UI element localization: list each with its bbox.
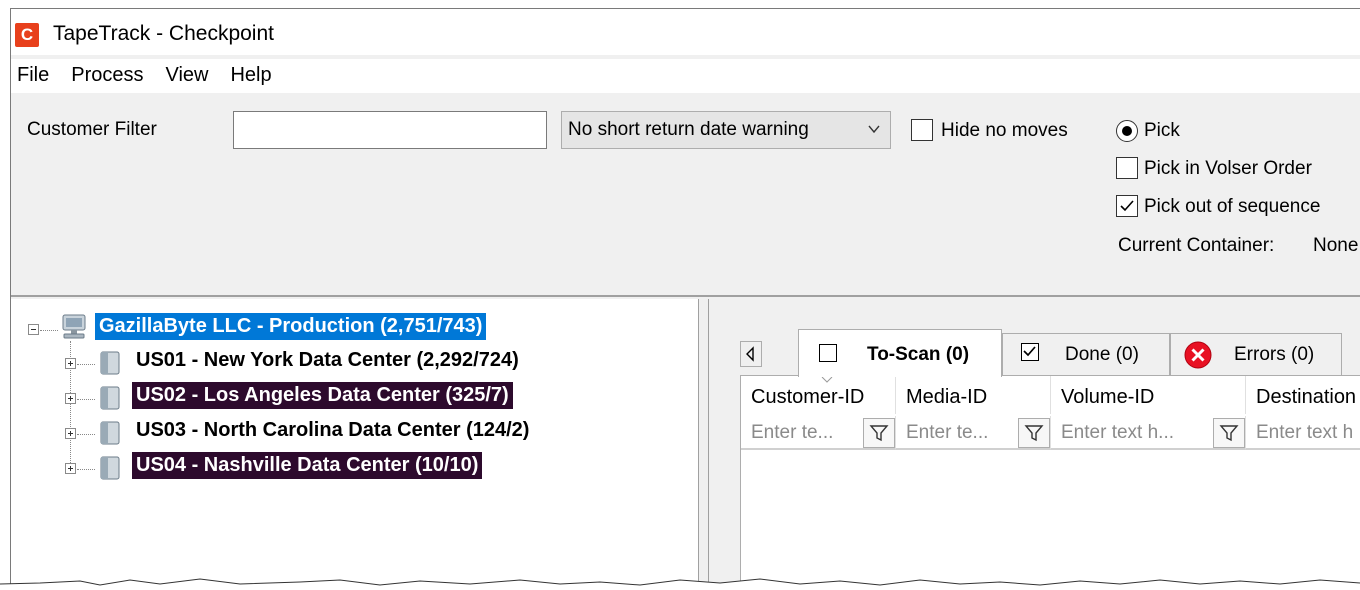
filter-input-volume-id[interactable]: Enter text h... [1061, 422, 1174, 444]
filter-button[interactable] [1213, 418, 1245, 448]
tab-errors-label: Errors (0) [1234, 344, 1315, 365]
filter-button[interactable] [863, 418, 895, 448]
pick-out-of-sequence-checkbox[interactable] [1116, 195, 1138, 217]
data-center-icon [100, 386, 120, 410]
expand-icon[interactable] [65, 393, 76, 404]
tree-node-us02[interactable]: US02 - Los Angeles Data Center (325/7) [132, 382, 513, 409]
tab-errors[interactable]: Errors (0) [1170, 333, 1342, 375]
expand-icon[interactable] [65, 428, 76, 439]
checked-box-icon [1021, 343, 1039, 361]
data-center-icon [100, 351, 120, 375]
filter-cell-media-id: Enter te... [896, 416, 1051, 450]
customer-filter-input[interactable] [233, 111, 547, 149]
return-date-warning-value: No short return date warning [568, 119, 809, 140]
menu-file[interactable]: File [11, 59, 60, 93]
funnel-icon [869, 425, 889, 442]
tree-node-us03[interactable]: US03 - North Carolina Data Center (124/2… [132, 417, 533, 444]
arrow-left-icon [746, 346, 754, 362]
column-volume-id[interactable]: Volume-ID [1051, 376, 1246, 414]
funnel-icon [1024, 425, 1044, 442]
pick-radio[interactable] [1116, 120, 1138, 142]
tab-done-label: Done (0) [1065, 344, 1139, 365]
torn-edge-decoration [0, 578, 1360, 590]
tree-root-node[interactable]: GazillaByte LLC - Production (2,751/743) [95, 313, 487, 340]
filter-cell-destination: Enter text h [1246, 416, 1360, 450]
scan-pane: To-Scan (0) Done (0) Errors (0) Customer… [710, 299, 1360, 590]
filter-panel: Customer Filter No short return date war… [11, 93, 1360, 297]
filter-cell-customer-id: Enter te... [741, 416, 896, 450]
column-destination[interactable]: Destination [1246, 376, 1360, 414]
filter-input-media-id[interactable]: Enter te... [906, 422, 988, 444]
customer-tree[interactable]: GazillaByte LLC - Production (2,751/743)… [11, 299, 699, 590]
pane-splitter[interactable] [699, 299, 709, 590]
hide-no-moves-label: Hide no moves [941, 120, 1068, 141]
radio-selected-dot [1122, 126, 1132, 136]
error-icon [1184, 341, 1212, 369]
pick-volser-order-label: Pick in Volser Order [1144, 158, 1312, 179]
chevron-down-icon [868, 125, 880, 134]
filter-input-customer-id[interactable]: Enter te... [751, 422, 833, 444]
hide-no-moves-checkbox[interactable] [911, 119, 933, 141]
column-media-id[interactable]: Media-ID [896, 376, 1051, 414]
expand-icon[interactable] [65, 358, 76, 369]
return-date-warning-select[interactable]: No short return date warning [561, 111, 891, 149]
funnel-icon [1219, 425, 1239, 442]
current-container-value: None [1313, 235, 1359, 256]
tapetrack-app-icon: C [15, 23, 39, 47]
tab-to-scan-label: To-Scan (0) [867, 344, 970, 365]
window-title: TapeTrack - Checkpoint [53, 22, 274, 45]
scan-grid[interactable]: Customer-ID Media-ID Volume-ID Destinati… [740, 375, 1360, 590]
tab-done[interactable]: Done (0) [1002, 333, 1170, 375]
tab-to-scan[interactable]: To-Scan (0) [798, 329, 1002, 377]
checkmark-icon [1120, 200, 1134, 212]
tab-scroll-left-button[interactable] [740, 341, 762, 367]
data-center-icon [100, 421, 120, 445]
title-bar: C TapeTrack - Checkpoint [11, 9, 1360, 55]
tree-node-us01[interactable]: US01 - New York Data Center (2,292/724) [132, 347, 523, 374]
expand-icon[interactable] [65, 463, 76, 474]
data-center-icon [100, 456, 120, 480]
menu-view[interactable]: View [154, 59, 219, 93]
checkpoint-window: C TapeTrack - Checkpoint File Process Vi… [10, 8, 1360, 590]
menu-process[interactable]: Process [60, 59, 154, 93]
pick-out-of-sequence-label: Pick out of sequence [1144, 196, 1321, 217]
filter-button[interactable] [1018, 418, 1050, 448]
server-icon [62, 314, 86, 339]
collapse-icon[interactable] [28, 324, 39, 335]
filter-input-destination[interactable]: Enter text h [1256, 422, 1353, 444]
current-container-label: Current Container: [1118, 235, 1275, 256]
customer-filter-label: Customer Filter [27, 119, 157, 140]
unchecked-box-icon [819, 344, 837, 362]
menu-bar: File Process View Help [11, 59, 1360, 93]
pick-volser-order-checkbox[interactable] [1116, 157, 1138, 179]
pick-label: Pick [1144, 120, 1180, 141]
filter-cell-volume-id: Enter text h... [1051, 416, 1246, 450]
menu-help[interactable]: Help [219, 59, 282, 93]
column-customer-id[interactable]: Customer-ID [741, 376, 896, 414]
tree-node-us04[interactable]: US04 - Nashville Data Center (10/10) [132, 452, 483, 479]
